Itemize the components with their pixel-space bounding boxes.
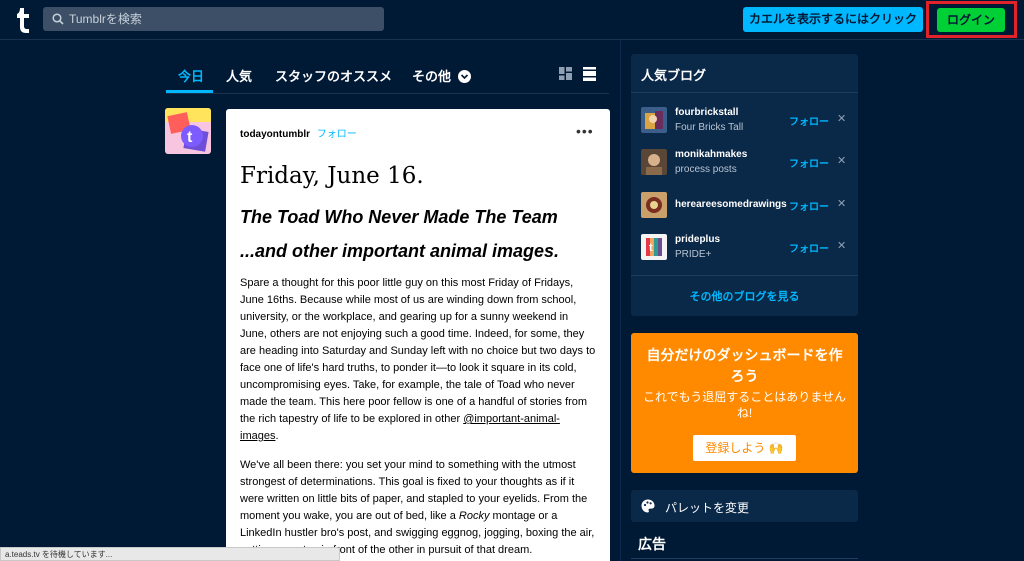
follow-button[interactable]: フォロー <box>789 155 829 170</box>
tab-trending[interactable]: 人気 <box>226 66 252 85</box>
post-paragraph: Spare a thought for this poor little guy… <box>240 275 598 445</box>
signup-button[interactable]: 登録しよう 🙌 <box>693 435 796 461</box>
post-header: todayontumblr フォロー <box>240 125 357 140</box>
blog-name[interactable]: prideplus <box>675 234 720 245</box>
login-highlight: ログイン <box>926 1 1017 38</box>
popular-blogs-card: 人気ブログ fourbrickstall Four Bricks Tall フォ… <box>631 54 858 316</box>
search-icon <box>52 13 64 25</box>
post-title: Friday, June 16. <box>240 163 424 189</box>
chevron-down-icon <box>457 70 471 83</box>
divider <box>631 558 858 559</box>
close-icon[interactable]: ✕ <box>837 112 846 125</box>
login-button[interactable]: ログイン <box>937 8 1005 32</box>
post-heading: The Toad Who Never Made The Team <box>240 207 558 227</box>
avatar[interactable]: t <box>165 108 211 154</box>
blog-title: process posts <box>675 164 737 175</box>
post-card: todayontumblr フォロー ••• Friday, June 16. … <box>226 109 610 561</box>
avatar[interactable] <box>641 192 667 218</box>
blog-name[interactable]: monikahmakes <box>675 149 747 160</box>
blog-title: PRIDE+ <box>675 249 712 260</box>
post-paragraph-text: Spare a thought for this poor little guy… <box>240 277 596 425</box>
svg-text:t: t <box>187 129 193 146</box>
tab-today[interactable]: 今日 <box>178 66 204 85</box>
todayontumblr-avatar-icon: t <box>165 108 211 154</box>
list-item[interactable]: fourbrickstall Four Bricks Tall フォロー ✕ <box>641 107 851 137</box>
post-italic-text: Rocky <box>458 510 490 522</box>
list-item[interactable]: monikahmakes process posts フォロー ✕ <box>641 149 851 179</box>
tab-more[interactable]: その他 <box>412 66 471 85</box>
divider <box>631 275 858 276</box>
follow-button[interactable]: フォロー <box>789 113 829 128</box>
follow-button[interactable]: フォロー <box>789 198 829 213</box>
show-frog-button[interactable]: カエルを表示するにはクリック <box>743 7 923 32</box>
blog-title: Four Bricks Tall <box>675 122 744 133</box>
promo-title: 自分だけのダッシュボードを作ろう <box>646 347 843 384</box>
browser-status-bar: a.teads.tv を待機しています... <box>0 547 340 561</box>
list-item[interactable]: t prideplus PRIDE+ フォロー ✕ <box>641 234 851 264</box>
avatar[interactable] <box>641 107 667 133</box>
see-more-blogs-link[interactable]: その他のブログを見る <box>631 288 858 304</box>
close-icon[interactable]: ✕ <box>837 197 846 210</box>
palette-icon <box>641 499 655 513</box>
tumblr-logo-icon[interactable] <box>14 6 32 34</box>
explore-tabs: 今日 人気 スタッフのオススメ その他 <box>166 56 609 94</box>
grid-view-icon[interactable] <box>559 67 572 80</box>
more-options-icon[interactable]: ••• <box>576 123 594 139</box>
promo-subtitle: これでもう退屈することはありませんね! <box>643 390 846 420</box>
list-view-icon[interactable] <box>583 67 596 81</box>
post-subheading: ...and other important animal images. <box>240 241 560 261</box>
top-bar: カエルを表示するにはクリック ログイン <box>0 0 1024 40</box>
post-follow-button[interactable]: フォロー <box>317 129 357 140</box>
blog-name[interactable]: hereareesomedrawings <box>675 199 787 210</box>
post-paragraph-end: . <box>275 430 279 442</box>
post-author[interactable]: todayontumblr <box>240 129 310 140</box>
popular-blogs-title: 人気ブログ <box>641 68 707 83</box>
signup-promo: 自分だけのダッシュボードを作ろう これでもう退屈することはありませんね! 登録し… <box>631 333 858 473</box>
close-icon[interactable]: ✕ <box>837 239 846 252</box>
post-paragraph: We've all been there: you set your mind … <box>240 457 598 559</box>
active-tab-indicator <box>166 90 213 93</box>
tab-staff-picks[interactable]: スタッフのオススメ <box>275 66 392 85</box>
ads-heading: 広告 <box>638 536 666 552</box>
change-palette-button[interactable]: パレットを変更 <box>631 490 858 522</box>
divider <box>631 92 858 93</box>
tab-more-label: その他 <box>412 69 452 84</box>
list-item[interactable]: hereareesomedrawings フォロー ✕ <box>641 192 851 222</box>
svg-text:t: t <box>649 242 653 254</box>
avatar[interactable] <box>641 149 667 175</box>
close-icon[interactable]: ✕ <box>837 154 846 167</box>
column-divider <box>620 40 621 561</box>
search-box[interactable] <box>43 7 384 31</box>
search-input[interactable] <box>69 7 369 31</box>
blog-name[interactable]: fourbrickstall <box>675 107 738 118</box>
avatar[interactable]: t <box>641 234 667 260</box>
change-palette-label: パレットを変更 <box>665 501 750 515</box>
follow-button[interactable]: フォロー <box>789 240 829 255</box>
